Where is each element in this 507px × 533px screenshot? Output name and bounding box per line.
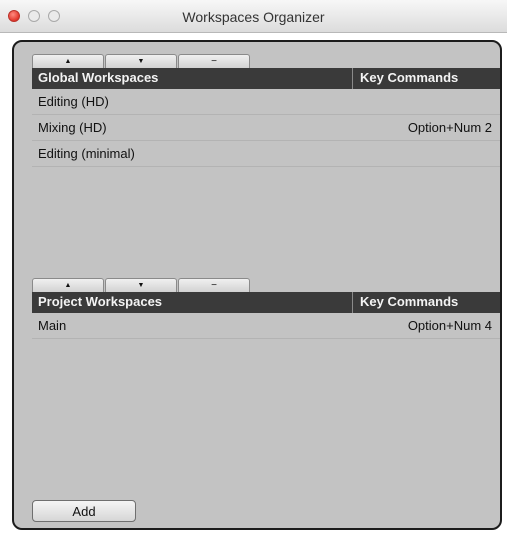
global-table-header: Global Workspaces Key Commands	[32, 68, 500, 89]
column-divider	[352, 292, 353, 313]
content-panel: ▲ ▼ − Global Workspaces Key Commands Edi…	[12, 40, 502, 530]
global-key-commands-header[interactable]: Key Commands	[360, 70, 458, 85]
global-remove-button[interactable]: −	[178, 54, 250, 68]
project-key-commands-header[interactable]: Key Commands	[360, 294, 458, 309]
minus-icon: −	[211, 55, 217, 67]
global-row-mixing-hd[interactable]: Mixing (HD) Option+Num 2	[32, 115, 500, 141]
global-row-editing-minimal[interactable]: Editing (minimal)	[32, 141, 500, 167]
column-divider	[352, 68, 353, 89]
project-workspaces-header[interactable]: Project Workspaces	[38, 294, 162, 309]
project-toolbar: ▲ ▼ −	[32, 278, 251, 292]
key-command: Option+Num 2	[407, 120, 492, 135]
global-workspaces-header[interactable]: Global Workspaces	[38, 70, 158, 85]
arrow-up-icon: ▲	[64, 58, 72, 65]
workspaces-organizer-window: Workspaces Organizer ▲ ▼ − Global Worksp…	[0, 0, 507, 533]
project-row-main[interactable]: Main Option+Num 4	[32, 313, 500, 339]
arrow-up-icon: ▲	[64, 282, 72, 289]
project-remove-button[interactable]: −	[178, 278, 250, 292]
add-button[interactable]: Add	[32, 500, 136, 522]
global-move-up-button[interactable]: ▲	[32, 54, 104, 68]
workspace-name: Mixing (HD)	[38, 120, 107, 135]
arrow-down-icon: ▼	[137, 58, 145, 65]
workspace-name: Editing (minimal)	[38, 146, 135, 161]
project-move-up-button[interactable]: ▲	[32, 278, 104, 292]
project-move-down-button[interactable]: ▼	[105, 278, 177, 292]
global-move-down-button[interactable]: ▼	[105, 54, 177, 68]
workspace-name: Main	[38, 318, 67, 333]
window-title: Workspaces Organizer	[182, 9, 325, 25]
arrow-down-icon: ▼	[137, 282, 145, 289]
global-row-editing-hd[interactable]: Editing (HD)	[32, 89, 500, 115]
project-table-header: Project Workspaces Key Commands	[32, 292, 500, 313]
global-toolbar: ▲ ▼ −	[32, 54, 251, 68]
title-bar[interactable]: Workspaces Organizer	[0, 0, 507, 33]
minus-icon: −	[211, 279, 217, 291]
key-command: Option+Num 4	[407, 318, 492, 333]
workspace-name: Editing (HD)	[38, 94, 109, 109]
